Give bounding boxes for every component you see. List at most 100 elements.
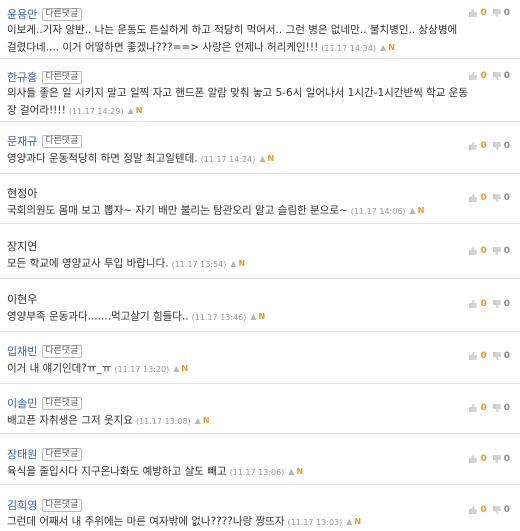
comment-body: 영양과다 운동적당히 하면 정말 최고일텐데. (11.17 14:24) ▲ N — [7, 150, 487, 168]
comment-timestamp: (11.17 13:46) — [191, 312, 247, 322]
commenter-name[interactable]: 입채빈 — [7, 343, 37, 359]
downvote-count: 0 — [503, 299, 510, 309]
comment-item: 현정아 0 0 국회의원도 몸매 보고 뽑자~ 자기 배만 불리는 탐관오리 말… — [0, 185, 520, 224]
thumbs-down-icon — [492, 247, 501, 256]
lock-icon: ▲ — [259, 154, 266, 163]
comment-text-line: 걸렸다네.... 이거 어떻하면 좋겠나???==> 사랑은 언제나 허리케인!… — [7, 39, 487, 57]
lock-icon: ▲ — [230, 259, 237, 268]
comment-header: 한규홍 다른댓글 — [7, 69, 82, 85]
comment-text-line: 이거 내 얘기인데?ㅠ_ㅠ (11.17 13:20) ▲ N — [7, 360, 487, 378]
commenter-name[interactable]: 장태원 — [7, 446, 37, 462]
commenter-name[interactable]: 이솔민 — [7, 395, 37, 411]
commenter-name[interactable]: 현정아 — [7, 185, 37, 201]
downvote-button[interactable]: 0 — [492, 193, 510, 203]
report-icon[interactable]: N — [239, 255, 246, 272]
comment-item: 입채빈 다른댓글 0 0 이거 내 얘기인데?ㅠ_ㅠ (11.17 13:20) ▲… — [0, 343, 520, 384]
commenter-name[interactable]: 윤용만 — [7, 6, 37, 22]
downvote-button[interactable]: 0 — [492, 141, 510, 151]
comment-text-line: 영양과다 운동적당히 하면 정말 최고일텐데. (11.17 14:24) ▲ N — [7, 150, 487, 168]
comment-timestamp: (11.17 14:34) — [321, 43, 377, 53]
comment-timestamp: (11.17 13:08) — [135, 416, 191, 426]
comment-item: 윤용만 다른댓글 0 0 이보게..기자 양반.. 나는 운동도 튼실하게 하고… — [0, 6, 520, 59]
comment-header: 김희영 다른댓글 — [7, 497, 82, 513]
downvote-button[interactable]: 0 — [492, 351, 510, 361]
comment-item: 이솔민 다른댓글 0 0 배고픈 자취생은 그저 웃지요 (11.17 13:08… — [0, 395, 520, 434]
comment-item: 장태원 다른댓글 0 0 육식을 줄입시다 지구온나화도 예방하고 살도 빼고(… — [0, 446, 520, 485]
downvote-button[interactable]: 0 — [492, 8, 510, 18]
comment-body: 국회의원도 몸매 보고 뽑자~ 자기 배만 불리는 탐관오리 말고 슬림한 분으… — [7, 202, 487, 220]
commenter-name[interactable]: 문재규 — [7, 133, 37, 149]
comment-header: 장지연 — [7, 238, 37, 254]
comment-body: 모든 학교에 영양교사 투입 바랍니다. (11.17 13:54) ▲ N — [7, 255, 487, 273]
downvote-button[interactable]: 0 — [492, 403, 510, 413]
thumbs-down-icon — [492, 455, 501, 464]
comment-timestamp: (11.17 14:06) — [350, 206, 406, 216]
lock-icon: ▲ — [127, 106, 134, 115]
comment-timestamp: (11.17 14:29) — [68, 106, 124, 116]
comment-body: 이거 내 얘기인데?ㅠ_ㅠ (11.17 13:20) ▲ N — [7, 360, 487, 378]
downvote-count: 0 — [503, 8, 510, 18]
report-icon[interactable]: N — [296, 463, 303, 480]
comment-body: 의사들 좋은 일 시키지 말고 일찍 자고 핸드폰 알람 맞춰 놓고 5-6시 … — [7, 85, 487, 120]
comment-text-line: 배고픈 자취생은 그저 웃지요 (11.17 13:08) ▲ N — [7, 412, 487, 430]
reply-button[interactable]: 다른댓글 — [42, 396, 82, 410]
reply-button[interactable]: 다른댓글 — [42, 344, 82, 358]
downvote-count: 0 — [503, 403, 510, 413]
thumbs-down-icon — [492, 506, 501, 515]
reply-button[interactable]: 다른댓글 — [42, 498, 82, 512]
downvote-button[interactable]: 0 — [492, 71, 510, 81]
thumbs-up-icon — [469, 71, 478, 80]
comment-text-line: 의사들 좋은 일 시키지 말고 일찍 자고 핸드폰 알람 맞춰 놓고 5-6시 … — [7, 87, 469, 99]
thumbs-down-icon — [492, 300, 501, 309]
upvote-button[interactable]: 0 — [468, 71, 487, 81]
comment-timestamp: (11.17 13:06) — [229, 467, 285, 477]
thumbs-down-icon — [492, 352, 501, 361]
thumbs-down-icon — [492, 72, 501, 81]
comment-item: 장지연 0 0 모든 학교에 영양교사 투입 바랍니다. (11.17 13:54… — [0, 238, 520, 279]
comment-text-line: 모든 학교에 영양교사 투입 바랍니다. (11.17 13:54) ▲ N — [7, 255, 487, 273]
comment-text-line: 그런데 어째서 내 주위에는 마른 여자밖에 없나????나랑 짱뜨자 (11.1… — [7, 513, 487, 531]
report-icon[interactable]: N — [388, 39, 395, 56]
reply-button[interactable]: 다른댓글 — [42, 134, 82, 148]
comment-timestamp: (11.17 14:24) — [200, 154, 256, 164]
downvote-button[interactable]: 0 — [492, 246, 510, 256]
reply-button[interactable]: 다른댓글 — [42, 447, 82, 461]
downvote-count: 0 — [503, 141, 510, 151]
comment-body: 배고픈 자취생은 그저 웃지요 (11.17 13:08) ▲ N — [7, 412, 487, 430]
comment-item: 한규홍 다른댓글 0 0 의사들 좋은 일 시키지 말고 일찍 자고 핸드폰 알… — [0, 69, 520, 122]
report-icon[interactable]: N — [267, 150, 274, 167]
report-icon[interactable]: N — [181, 360, 188, 377]
lock-icon: ▲ — [409, 206, 416, 215]
comment-header: 윤용만 다른댓글 — [7, 6, 82, 22]
comment-item: 이현우 0 0 영양부족 운동과다.......먹고살기 힘들다.. (11.17… — [0, 291, 520, 332]
comment-header: 장태원 다른댓글 — [7, 446, 82, 462]
thumbs-down-icon — [492, 9, 501, 18]
comment-body: 육식을 줄입시다 지구온나화도 예방하고 살도 빼고 (11.17 13:06) ▲… — [7, 463, 487, 481]
vote-area: 0 0 — [468, 8, 510, 18]
comment-body: 그런데 어째서 내 주위에는 마른 여자밖에 없나????나랑 짱뜨자 (11.1… — [7, 513, 487, 531]
lock-icon: ▲ — [346, 517, 353, 526]
commenter-name[interactable]: 김희영 — [7, 497, 37, 513]
commenter-name[interactable]: 한규홍 — [7, 69, 37, 85]
commenter-name[interactable]: 이현우 — [7, 291, 37, 307]
lock-icon: ▲ — [380, 43, 387, 52]
downvote-button[interactable]: 0 — [492, 505, 510, 515]
downvote-button[interactable]: 0 — [492, 299, 510, 309]
upvote-button[interactable]: 0 — [468, 8, 487, 18]
commenter-name[interactable]: 장지연 — [7, 238, 37, 254]
downvote-count: 0 — [503, 193, 510, 203]
report-icon[interactable]: N — [203, 412, 210, 429]
report-icon[interactable]: N — [259, 308, 266, 325]
reply-button[interactable]: 다른댓글 — [42, 70, 82, 84]
comment-header: 이현우 — [7, 291, 37, 307]
downvote-button[interactable]: 0 — [492, 454, 510, 464]
report-icon[interactable]: N — [418, 202, 425, 219]
reply-button[interactable]: 다른댓글 — [42, 7, 82, 21]
report-icon[interactable]: N — [136, 102, 143, 119]
comment-timestamp: (11.17 13:54) — [171, 259, 227, 269]
comment-text-line: 영양부족 운동과다.......먹고살기 힘들다.. (11.17 13:46) ▲… — [7, 308, 487, 326]
comment-header: 이솔민 다른댓글 — [7, 395, 82, 411]
comment-body: 영양부족 운동과다.......먹고살기 힘들다.. (11.17 13:46) ▲… — [7, 308, 487, 326]
report-icon[interactable]: N — [354, 513, 361, 530]
comment-text-line: 이보게..기자 양반.. 나는 운동도 튼실하게 하고 적당히 먹어서.. 그런… — [7, 24, 458, 36]
